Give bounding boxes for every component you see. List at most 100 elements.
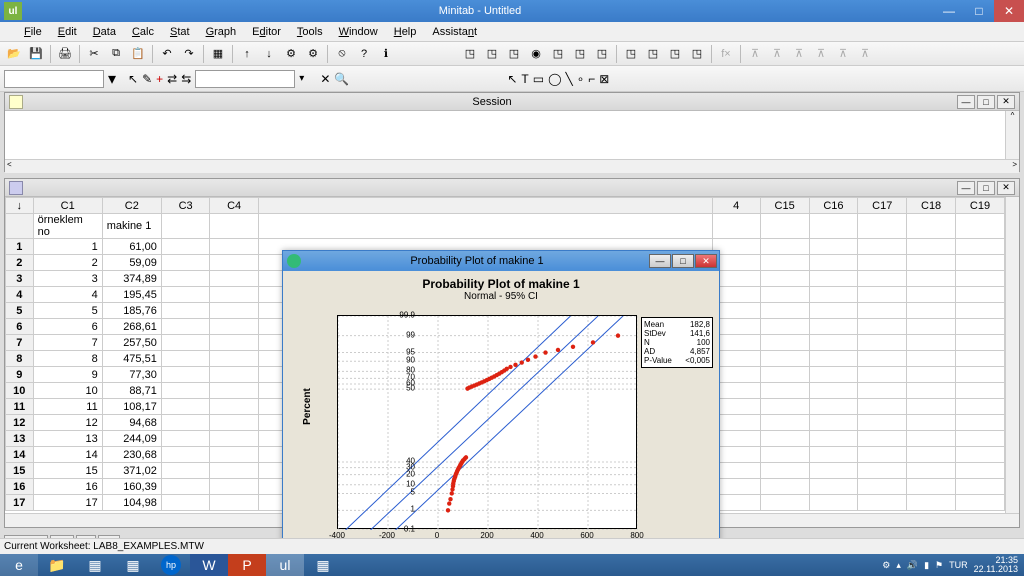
stat-tool5-icon[interactable]: ⊼ [833,44,853,64]
taskbar-app1-icon[interactable]: ▦ [76,554,114,576]
tray-icon[interactable]: ⚙ [882,560,890,571]
text-tool-pointer-icon[interactable]: ↖ [507,72,517,86]
plot-max-button[interactable]: □ [672,254,694,268]
worksheet-close-button[interactable]: ✕ [997,181,1015,195]
graph-tool-icon[interactable]: ◳ [460,44,480,64]
save-icon[interactable]: 💾 [26,44,46,64]
menu-editor[interactable]: Editor [244,26,289,38]
undo-icon[interactable]: ↶ [157,44,177,64]
plot-min-button[interactable]: — [649,254,671,268]
toolbar-secondary: ▾ ↖ ✎ + ⇄ ⇆ ▾ ✕ 🔍 ↖ T ▭ ◯ ╲ ∘ ⌐ ⊠ [0,66,1024,92]
clear-icon[interactable]: ✕ [320,72,330,86]
tool2-icon[interactable]: ⚙ [281,44,301,64]
tray-up-icon[interactable]: ▴ [896,560,901,571]
close-button[interactable]: ✕ [994,0,1024,22]
pencil-icon[interactable]: ✎ [142,72,152,86]
circle-tool-icon[interactable]: ◯ [548,72,561,86]
graph-tool11-icon[interactable]: ◳ [687,44,707,64]
menu-data[interactable]: Data [85,26,124,38]
dot-tool-icon[interactable]: ∘ [577,72,585,86]
tool3-icon[interactable]: ⚙ [303,44,323,64]
menubar: File Edit Data Calc Stat Graph Editor To… [0,22,1024,42]
combo1-input[interactable] [4,70,104,88]
taskbar-word-icon[interactable]: W [190,554,228,576]
menu-assistant[interactable]: Assistant [424,26,485,38]
info-icon[interactable]: ℹ [376,44,396,64]
tool-icon[interactable]: ▦ [208,44,228,64]
stat-tool2-icon[interactable]: ⊼ [767,44,787,64]
graph-tool10-icon[interactable]: ◳ [665,44,685,64]
menu-file[interactable]: File [16,26,50,38]
tray-net-icon[interactable]: ▮ [924,560,929,571]
tray-clock[interactable]: 21:35 22.11.2013 [974,556,1018,574]
open-icon[interactable]: 📂 [4,44,24,64]
cancel-icon[interactable]: ⦸ [332,44,352,64]
maximize-button[interactable]: □ [964,0,994,22]
session-close-button[interactable]: ✕ [997,95,1015,109]
paste-icon[interactable]: 📋 [128,44,148,64]
nav2-icon[interactable]: ⇆ [181,72,191,86]
line-tool-icon[interactable]: ╲ [566,72,573,86]
taskbar-hp-icon[interactable]: hp [161,555,181,575]
workspace: Session — □ ✕ ^ <> — □ ✕ ↓C1C2C3C44C15C1… [0,92,1024,554]
taskbar-explorer-icon[interactable]: 📁 [38,554,76,576]
help-icon[interactable]: ? [354,44,374,64]
plot-close-button[interactable]: ✕ [695,254,717,268]
session-scroll-h[interactable]: <> [5,159,1019,173]
menu-stat[interactable]: Stat [162,26,198,38]
taskbar-ie-icon[interactable]: e [0,554,38,576]
menu-window[interactable]: Window [331,26,386,38]
graph-tool3-icon[interactable]: ◳ [504,44,524,64]
redo-icon[interactable]: ↷ [179,44,199,64]
tray-lang[interactable]: TUR [949,560,968,570]
graph-tool2-icon[interactable]: ◳ [482,44,502,64]
graph-tool5-icon[interactable]: ◳ [548,44,568,64]
session-min-button[interactable]: — [957,95,975,109]
taskbar-app3-icon[interactable]: ▦ [304,554,342,576]
stat-tool-icon[interactable]: ⊼ [745,44,765,64]
tray-flag-icon[interactable]: ⚑ [935,560,943,571]
menu-graph[interactable]: Graph [198,26,245,38]
menu-edit[interactable]: Edit [50,26,85,38]
graph-tool7-icon[interactable]: ◳ [592,44,612,64]
worksheet-scroll-v[interactable] [1005,197,1019,513]
worksheet-min-button[interactable]: — [957,181,975,195]
marker-tool-icon[interactable]: ⊠ [599,72,609,86]
plus-icon[interactable]: + [156,72,163,86]
arrow-down-icon[interactable]: ↓ [259,44,279,64]
cut-icon[interactable]: ✂ [84,44,104,64]
polyline-tool-icon[interactable]: ⌐ [588,72,595,86]
stat-tool3-icon[interactable]: ⊼ [789,44,809,64]
nav-icon[interactable]: ⇄ [167,72,177,86]
folder-icon[interactable]: ▾ [108,69,116,89]
fx-icon[interactable]: f× [716,44,736,64]
graph-tool8-icon[interactable]: ◳ [621,44,641,64]
plot-window[interactable]: Probability Plot of makine 1 — □ ✕ Proba… [282,250,720,562]
tray-sound-icon[interactable]: 🔊 [907,560,918,571]
worksheet-max-button[interactable]: □ [977,181,995,195]
menu-tools[interactable]: Tools [289,26,331,38]
combo2-dropdown-icon[interactable]: ▾ [299,73,304,84]
search-icon[interactable]: 🔍 [334,72,349,86]
taskbar-ppt-icon[interactable]: P [228,554,266,576]
print-icon[interactable]: 🖨 [55,44,75,64]
graph-tool4-icon[interactable]: ◉ [526,44,546,64]
text-tool-icon[interactable]: T [521,72,528,86]
pointer-icon[interactable]: ↖ [128,72,138,86]
minimize-button[interactable]: — [934,0,964,22]
menu-help[interactable]: Help [386,26,425,38]
graph-tool9-icon[interactable]: ◳ [643,44,663,64]
arrow-up-icon[interactable]: ↑ [237,44,257,64]
menu-calc[interactable]: Calc [124,26,162,38]
stat-tool6-icon[interactable]: ⊼ [855,44,875,64]
stat-tool4-icon[interactable]: ⊼ [811,44,831,64]
rect-tool-icon[interactable]: ▭ [533,72,544,86]
combo2-input[interactable] [195,70,295,88]
taskbar-minitab-icon[interactable]: ul [266,554,304,576]
taskbar-app2-icon[interactable]: ▦ [114,554,152,576]
session-max-button[interactable]: □ [977,95,995,109]
graph-tool6-icon[interactable]: ◳ [570,44,590,64]
taskbar: e 📁 ▦ ▦ hp W P ul ▦ ⚙ ▴ 🔊 ▮ ⚑ TUR 21:35 … [0,554,1024,576]
session-scroll-v[interactable]: ^ [1005,111,1019,159]
copy-icon[interactable]: ⧉ [106,44,126,64]
